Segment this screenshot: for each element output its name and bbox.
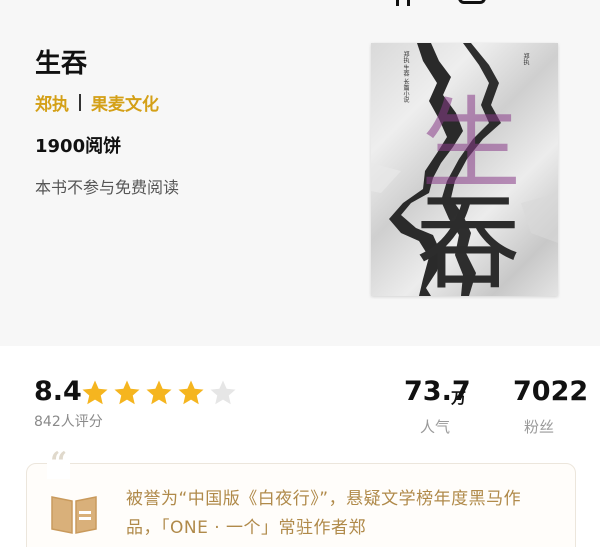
rating-stars [80,378,238,408]
book-title: 生吞 [35,49,88,79]
book-header: 生吞 郑执 果麦文化 1900阅饼 本书不参与免费阅读 生 吞 郑执 生吞 长篇… [0,0,600,346]
cover-char-bottom: 吞 [416,182,521,296]
open-book-icon [51,496,97,534]
book-meta: 郑执 果麦文化 [35,90,159,115]
fans-label[interactable]: 粉丝 [524,416,554,437]
meta-divider [79,94,81,111]
cover-author: 郑执 [522,53,529,65]
book-cover[interactable]: 生 吞 郑执 生吞 长篇小说 郑执 [371,43,558,296]
free-read-note: 本书不参与免费阅读 [35,178,180,197]
star-filled-icon [146,380,172,405]
share-icon[interactable] [458,0,486,4]
quote-icon: “ [47,449,71,479]
rating-count[interactable]: 842人评分 [34,411,103,431]
cover-vertical-text: 郑执 生吞 长篇小说 [402,51,409,103]
intro-text: 被誉为“中国版《白夜行》”，悬疑文学榜年度黑马作品，「ONE · 一个」常驻作者… [126,489,522,538]
popularity-unit: 万 [451,389,467,407]
fans-value[interactable]: 7022 [513,376,588,407]
menu-icon[interactable] [396,0,410,6]
top-toolbar [0,0,600,10]
star-filled-icon [114,380,140,405]
author-link[interactable]: 郑执 [35,90,69,115]
star-filled-icon [82,380,108,405]
star-empty-icon [210,380,236,405]
publisher-link[interactable]: 果麦文化 [91,90,159,115]
star-filled-icon [178,380,204,405]
popularity-label: 人气 [420,418,451,436]
rating-score: 8.4 [34,376,82,407]
book-price: 1900阅饼 [35,136,122,157]
